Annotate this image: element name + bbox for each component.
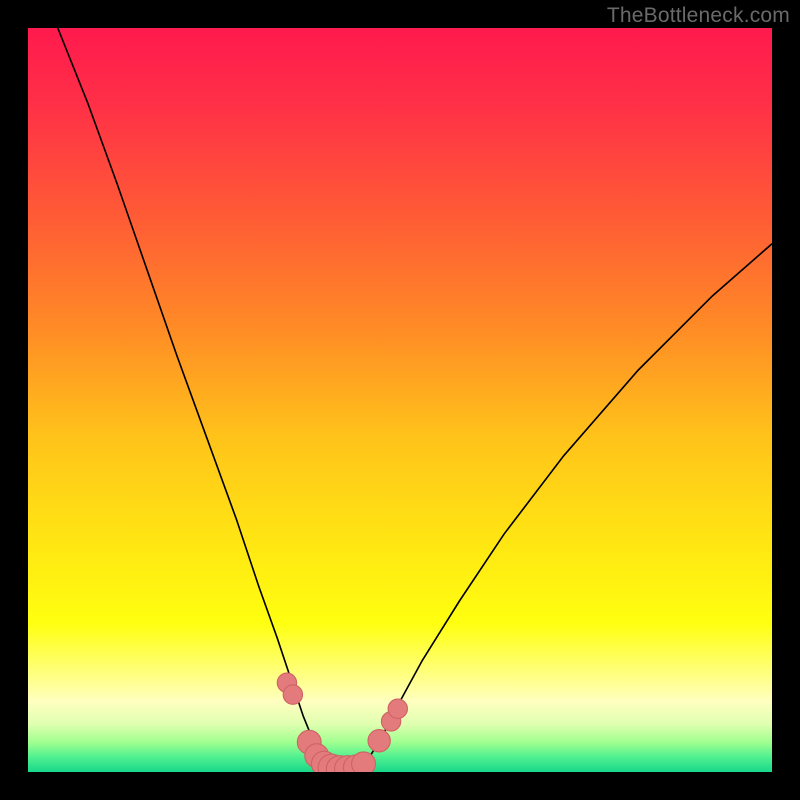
marker-dot	[352, 752, 376, 772]
left-curve	[58, 28, 330, 771]
black-frame: TheBottleneck.com	[0, 0, 800, 800]
chart-curves	[28, 28, 772, 772]
watermark-text: TheBottleneck.com	[607, 4, 790, 28]
marker-dot	[368, 730, 390, 752]
bottom-markers	[277, 673, 407, 772]
right-curve	[359, 244, 772, 771]
marker-dot	[283, 685, 302, 704]
marker-dot	[388, 699, 407, 718]
plot-area	[28, 28, 772, 772]
